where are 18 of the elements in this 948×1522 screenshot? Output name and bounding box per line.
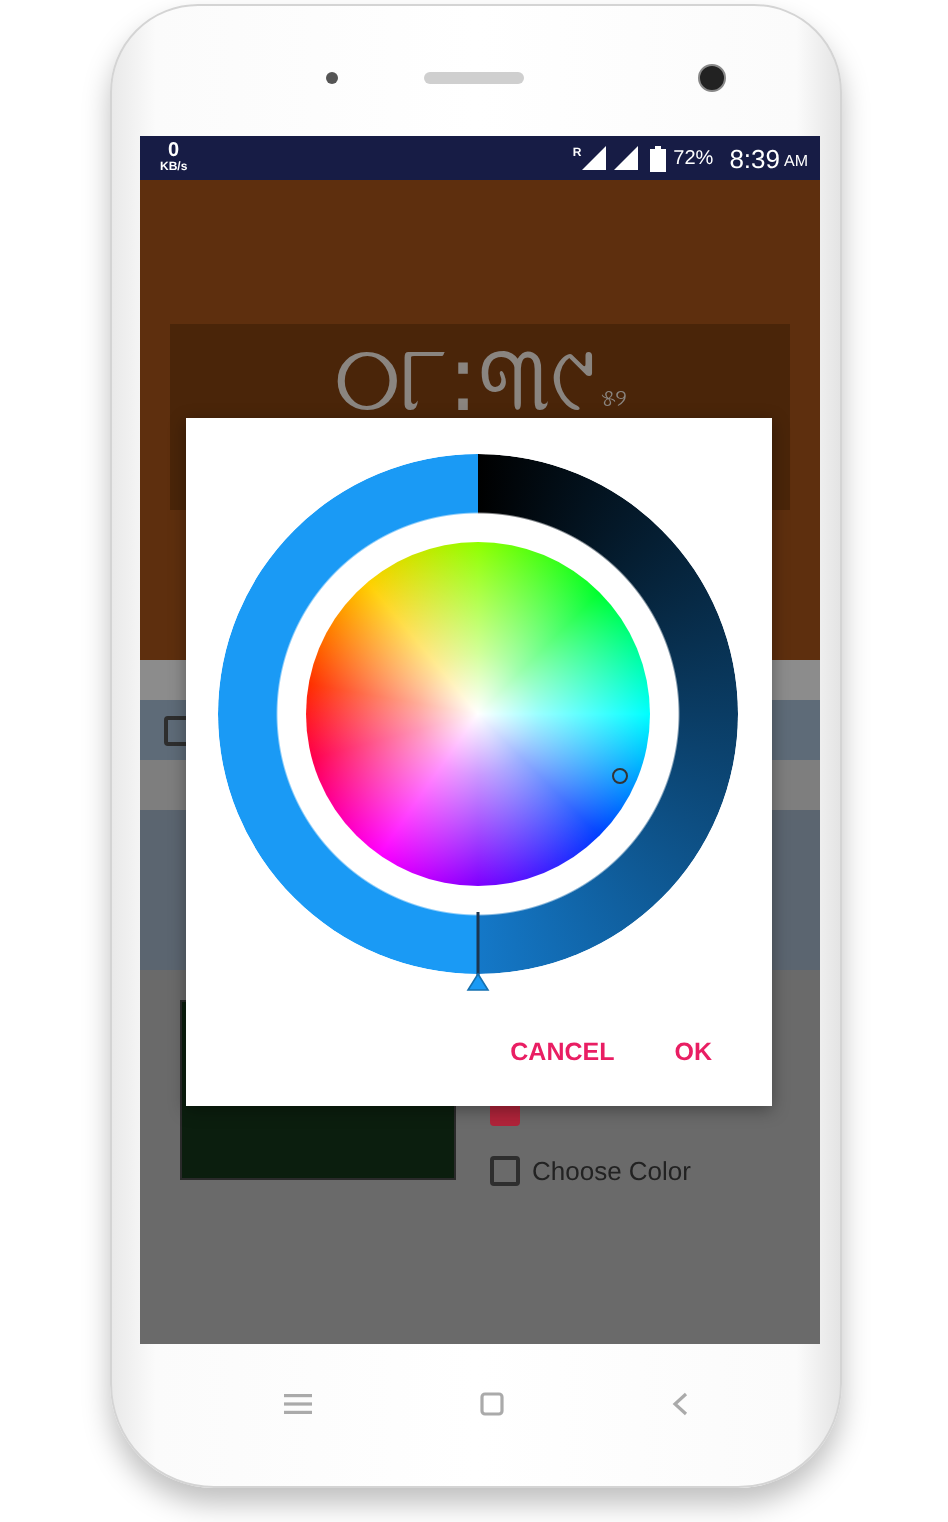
option-label: Choose Color [532,1155,691,1185]
signal-icon [613,146,638,170]
sensor-icon [326,71,338,83]
clock-text: ୦୮:୩୯ [333,332,597,424]
clock-time: 8:39 [729,143,780,173]
speaker-icon [424,71,524,83]
cancel-button[interactable]: CANCEL [494,1026,631,1078]
data-speed: 0 [168,142,180,162]
clock-meridiem: AM [784,151,808,169]
color-selector[interactable] [612,768,628,784]
checkbox[interactable] [490,1155,520,1185]
camera-icon [698,63,726,91]
seconds-text: ୫୨ [600,384,627,412]
ok-button[interactable]: OK [658,1026,728,1078]
slider-handle[interactable] [466,912,490,992]
battery-level: 72% [673,147,714,169]
battery-icon [649,145,666,171]
signal-icon [581,146,606,170]
